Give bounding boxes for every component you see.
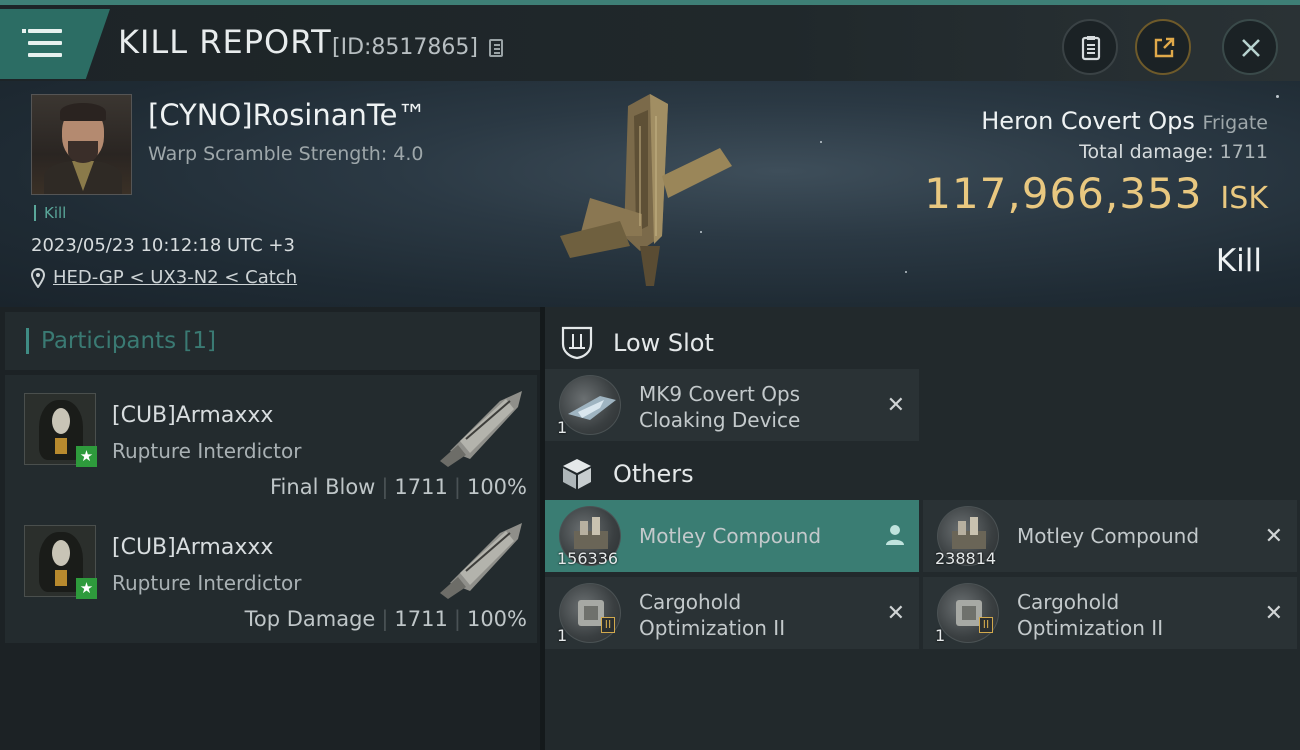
victim-ship-name[interactable]: Heron Covert Ops Frigate bbox=[981, 107, 1268, 135]
isk-unit: ISK bbox=[1220, 181, 1268, 216]
participant-ship-image[interactable] bbox=[430, 513, 530, 603]
participants-title: Participants [1] bbox=[26, 328, 216, 354]
fitting-item-motley-compound[interactable]: 238814 Motley Compound ✕ bbox=[923, 500, 1297, 572]
isk-value: 117,966,353 bbox=[924, 169, 1203, 218]
participants-header[interactable]: Participants [1] bbox=[5, 312, 540, 370]
low-slot-header: Low Slot bbox=[545, 312, 1300, 372]
fitting-item-cloaking-device[interactable]: 1 MK9 Covert Ops Cloaking Device ✕ bbox=[545, 369, 919, 441]
item-quantity: 238814 bbox=[935, 549, 997, 568]
page-title: KILL REPORT bbox=[118, 23, 332, 61]
item-thumbnail bbox=[937, 583, 999, 643]
destroyed-x-icon: ✕ bbox=[886, 601, 905, 626]
report-id: [ID:8517865] bbox=[332, 35, 478, 60]
tech-2-badge-icon: II bbox=[979, 617, 993, 633]
fitting-panel: Low Slot 1 MK9 Covert Ops Cloaking Devic… bbox=[545, 307, 1300, 750]
close-button[interactable] bbox=[1222, 19, 1278, 75]
participant-stats: Final Blow | 1711 | 100% bbox=[270, 475, 527, 499]
participant-row[interactable]: ★ [CUB]Armaxxx Rupture Interdictor Final… bbox=[5, 375, 537, 511]
item-name: Motley Compound bbox=[1017, 524, 1200, 548]
participant-percent: 100% bbox=[466, 607, 527, 631]
destroyed-x-icon: ✕ bbox=[1264, 524, 1283, 549]
destroyed-x-icon: ✕ bbox=[886, 393, 905, 418]
participant-role: Final Blow bbox=[270, 475, 376, 499]
participant-damage: 1711 bbox=[394, 475, 448, 499]
kill-datetime: 2023/05/23 10:12:18 UTC +3 bbox=[31, 235, 295, 256]
header-bar: KILL REPORT [ID:8517865] bbox=[0, 5, 1300, 81]
tech-2-badge-icon: II bbox=[601, 617, 615, 633]
menu-button[interactable] bbox=[0, 9, 110, 79]
warp-scramble-strength: Warp Scramble Strength: 4.0 bbox=[148, 143, 424, 165]
share-icon bbox=[1154, 37, 1175, 58]
participant-role: Top Damage bbox=[244, 607, 376, 631]
participant-row[interactable]: ★ [CUB]Armaxxx Rupture Interdictor Top D… bbox=[5, 507, 537, 643]
star-icon: ★ bbox=[76, 446, 97, 467]
item-thumbnail bbox=[559, 375, 621, 435]
cargo-box-icon bbox=[563, 459, 591, 489]
isk-value-row: 117,966,353 ISK bbox=[924, 169, 1268, 218]
person-icon[interactable] bbox=[885, 524, 905, 546]
victim-ship-image[interactable] bbox=[550, 86, 740, 296]
kill-result-label: Kill bbox=[1215, 243, 1262, 279]
participant-damage: 1711 bbox=[394, 607, 448, 631]
low-slot-title: Low Slot bbox=[613, 329, 714, 357]
participant-name[interactable]: [CUB]Armaxxx bbox=[112, 535, 273, 560]
menu-icon bbox=[22, 29, 26, 33]
item-quantity: 1 bbox=[557, 418, 568, 437]
others-title: Others bbox=[613, 460, 694, 488]
item-quantity: 1 bbox=[557, 626, 568, 645]
clipboard-button[interactable] bbox=[1062, 19, 1118, 75]
total-damage-label: Total damage: bbox=[1079, 141, 1214, 163]
total-damage-value: 1711 bbox=[1219, 141, 1268, 163]
participants-panel: Participants [1] ★ [CUB]Armaxxx Rupture … bbox=[0, 307, 540, 750]
victim-pilot-name[interactable]: [CYNO]RosinanTe™ bbox=[148, 98, 427, 132]
kill-summary-banner: [CYNO]RosinanTe™ Warp Scramble Strength:… bbox=[0, 81, 1300, 307]
item-name: Motley Compound bbox=[639, 524, 822, 548]
item-name: Cargohold Optimization II bbox=[639, 590, 786, 640]
close-icon bbox=[1242, 39, 1260, 57]
low-slot-icon bbox=[561, 326, 593, 360]
ship-name-text: Heron Covert Ops bbox=[981, 107, 1195, 135]
item-thumbnail bbox=[559, 583, 621, 643]
others-header: Others bbox=[545, 443, 1300, 503]
star-icon: ★ bbox=[76, 578, 97, 599]
item-quantity: 1 bbox=[935, 626, 946, 645]
item-quantity: 156336 bbox=[557, 549, 619, 568]
clipboard-icon bbox=[1081, 36, 1101, 61]
destroyed-x-icon: ✕ bbox=[1264, 601, 1283, 626]
participant-ship: Rupture Interdictor bbox=[112, 439, 302, 463]
fitting-item-motley-compound[interactable]: 156336 Motley Compound bbox=[545, 500, 919, 572]
copy-icon[interactable] bbox=[489, 39, 503, 57]
item-name: Cargohold Optimization II bbox=[1017, 590, 1164, 640]
participant-ship: Rupture Interdictor bbox=[112, 571, 302, 595]
fitting-item-cargohold-optimization[interactable]: II 1 Cargohold Optimization II ✕ bbox=[545, 577, 919, 649]
location-pin-icon bbox=[31, 268, 45, 288]
victim-portrait[interactable] bbox=[31, 94, 132, 195]
participant-stats: Top Damage | 1711 | 100% bbox=[244, 607, 527, 631]
participant-name[interactable]: [CUB]Armaxxx bbox=[112, 403, 273, 428]
item-name: MK9 Covert Ops Cloaking Device bbox=[639, 382, 801, 432]
ship-class-text: Frigate bbox=[1202, 112, 1268, 134]
participant-percent: 100% bbox=[466, 475, 527, 499]
fitting-item-cargohold-optimization[interactable]: II 1 Cargohold Optimization II ✕ bbox=[923, 577, 1297, 649]
total-damage: Total damage: 1711 bbox=[1079, 141, 1268, 163]
kill-location-link[interactable]: HED-GP < UX3-N2 < Catch bbox=[53, 267, 297, 288]
kill-tag: Kill bbox=[34, 205, 66, 221]
participant-ship-image[interactable] bbox=[430, 381, 530, 471]
share-button[interactable] bbox=[1135, 19, 1191, 75]
